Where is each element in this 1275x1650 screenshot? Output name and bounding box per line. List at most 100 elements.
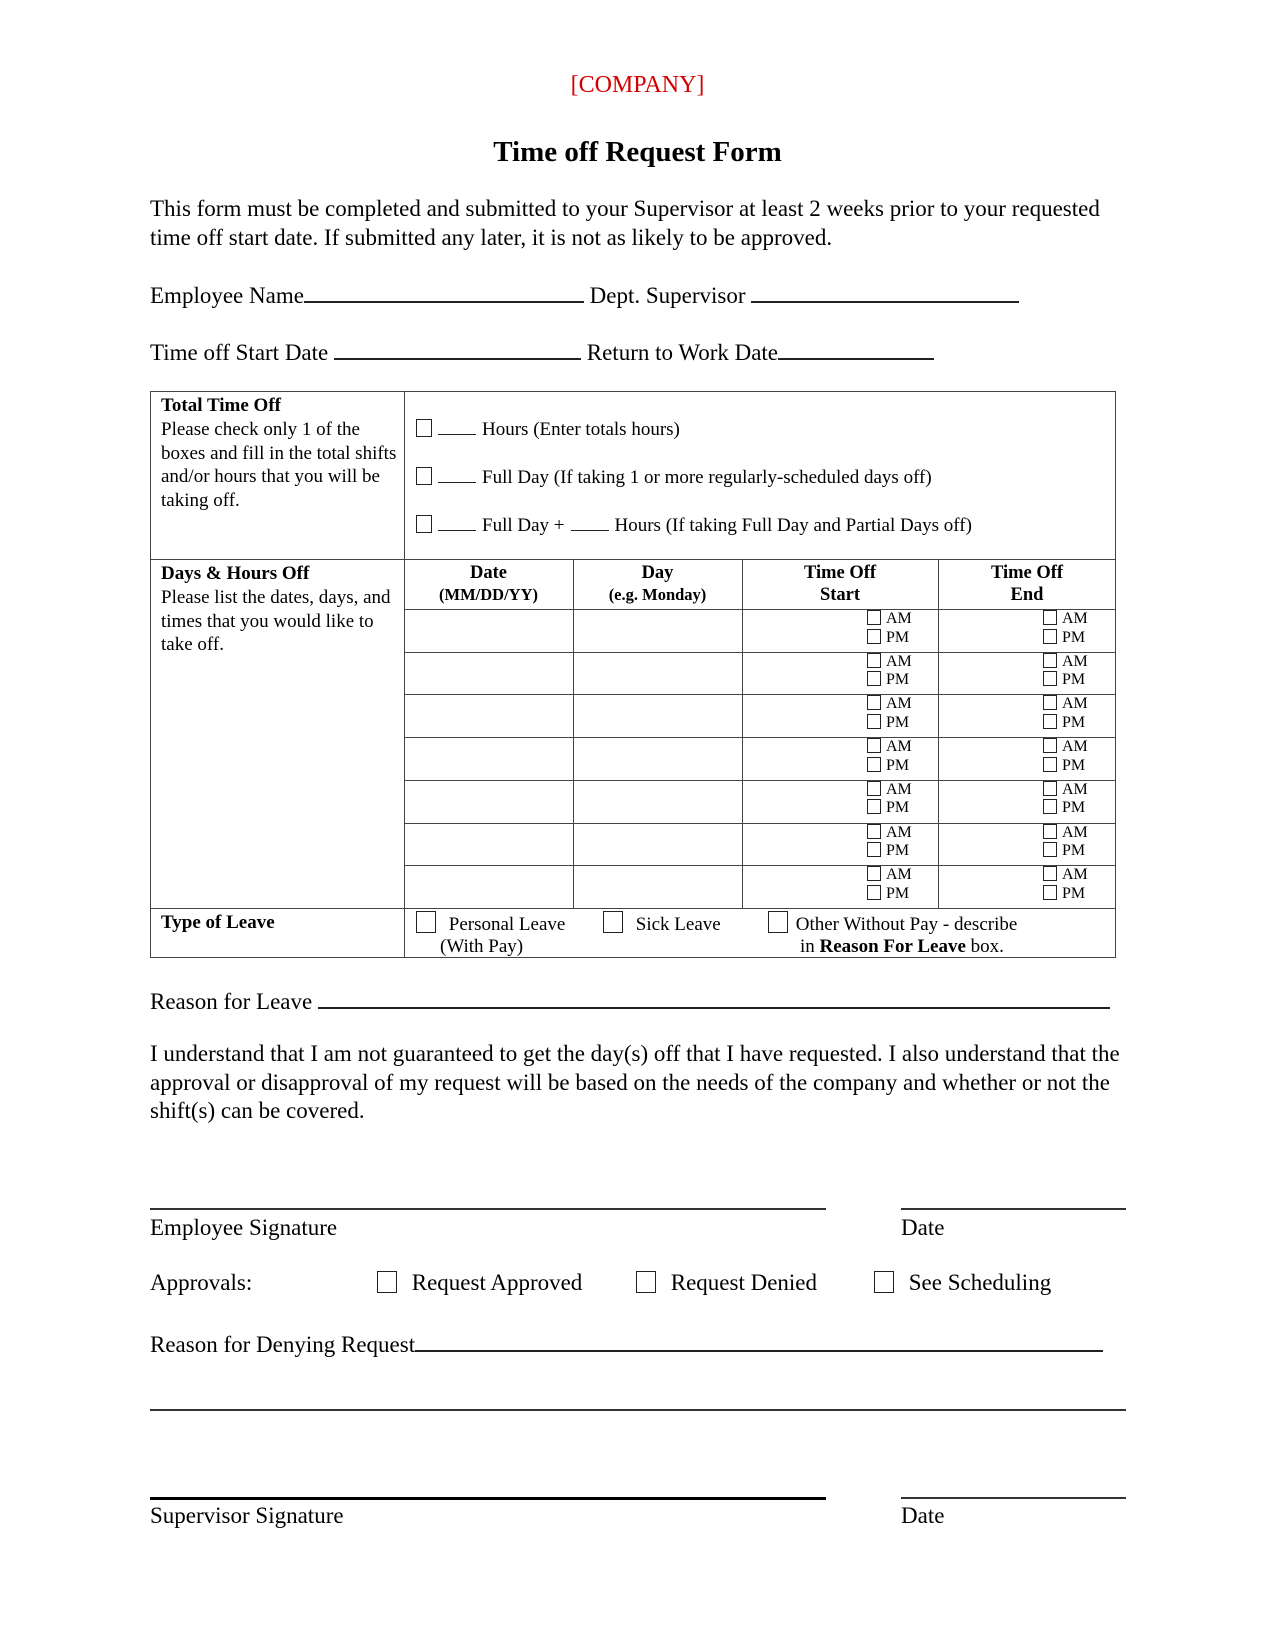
start-am-checkbox[interactable]: [867, 823, 881, 839]
full-day-checkbox[interactable]: [416, 467, 432, 485]
time-off-start-ampm: AM PM: [867, 780, 912, 818]
reason-for-denying-field[interactable]: [415, 1328, 1104, 1352]
form-title: Time off Request Form: [493, 136, 782, 168]
time-off-end-ampm: AM PM: [1043, 695, 1088, 732]
supervisor-date-label: Date: [901, 1503, 945, 1528]
supervisor-date-field[interactable]: [901, 1497, 1126, 1499]
see-scheduling-label: See Scheduling: [908, 1270, 1052, 1295]
personal-leave-checkbox[interactable]: [416, 911, 436, 933]
end-am-checkbox[interactable]: [1043, 866, 1057, 882]
personal-leave-sublabel: (With Pay): [440, 936, 524, 957]
start-pm-checkbox[interactable]: [867, 842, 881, 857]
column-header-day: Day (e.g. Monday): [608, 563, 707, 604]
end-pm-label: PM: [1062, 842, 1086, 859]
request-approved-checkbox[interactable]: [377, 1271, 397, 1293]
column-header-end: Time Off End: [990, 563, 1064, 605]
end-am-checkbox[interactable]: [1043, 823, 1057, 839]
reason-for-denying-label: Reason for Denying Request: [150, 1332, 416, 1357]
start-am-checkbox[interactable]: [867, 652, 881, 668]
end-pm-checkbox[interactable]: [1043, 671, 1057, 687]
end-am-checkbox[interactable]: [1043, 695, 1057, 711]
start-am-checkbox[interactable]: [867, 738, 881, 754]
start-pm-label: PM: [886, 756, 910, 774]
hours-label: Hours (Enter totals hours): [482, 419, 680, 440]
end-pm-option: PM: [1043, 628, 1088, 648]
sick-leave-checkbox[interactable]: [603, 911, 623, 933]
time-off-start-ampm: AM PM: [867, 695, 912, 732]
supervisor-signature-field[interactable]: [150, 1497, 826, 1500]
full-day-plus-checkbox[interactable]: [416, 515, 432, 533]
option-hours: Hours (Enter totals hours): [416, 418, 680, 441]
end-pm-checkbox[interactable]: [1043, 884, 1057, 900]
table-row-divider: [404, 822, 1116, 824]
return-date-label: Return to Work Date: [586, 340, 779, 365]
end-am-option: AM: [1043, 695, 1088, 714]
table-row-divider: [404, 865, 1116, 867]
end-am-checkbox[interactable]: [1043, 652, 1057, 668]
company-name: [COMPANY]: [570, 72, 705, 98]
request-denied-option: Request Denied: [636, 1270, 817, 1296]
end-pm-checkbox[interactable]: [1043, 713, 1057, 729]
hours-blank[interactable]: [438, 418, 476, 435]
full-day-label: Full Day (If taking 1 or more regularly-…: [482, 467, 932, 488]
partial-hours-label: Hours (If taking Full Day and Partial Da…: [614, 515, 972, 536]
employee-name-label: Employee Name: [150, 283, 304, 308]
end-am-checkbox[interactable]: [1043, 780, 1057, 796]
employee-date-field[interactable]: [901, 1208, 1126, 1210]
end-pm-option: PM: [1043, 842, 1088, 861]
other-leave-label: Other Without Pay - describe: [795, 914, 1018, 935]
start-pm-checkbox[interactable]: [867, 884, 881, 900]
start-pm-checkbox[interactable]: [867, 799, 881, 815]
reason-for-leave-row: Reason for Leave: [150, 985, 1110, 1015]
start-pm-checkbox[interactable]: [867, 756, 881, 772]
end-am-checkbox[interactable]: [1043, 610, 1057, 625]
other-leave-sublabel: in Reason For Leave box.: [800, 936, 1004, 957]
full-day-plus-blank[interactable]: [438, 514, 476, 531]
employee-date-label: Date: [901, 1215, 945, 1240]
full-day-blank[interactable]: [438, 466, 476, 483]
time-off-start-ampm: AM PM: [867, 610, 912, 647]
end-pm-checkbox[interactable]: [1043, 756, 1057, 772]
start-am-option: AM: [867, 738, 912, 757]
end-pm-label: PM: [1062, 713, 1086, 731]
table-divider: [573, 559, 574, 908]
start-pm-checkbox[interactable]: [867, 628, 881, 644]
end-pm-checkbox[interactable]: [1043, 799, 1057, 815]
start-pm-label: PM: [886, 713, 910, 731]
start-pm-option: PM: [867, 884, 912, 904]
employee-signature-field[interactable]: [150, 1208, 826, 1210]
request-denied-checkbox[interactable]: [636, 1271, 656, 1293]
start-am-checkbox[interactable]: [867, 695, 881, 711]
hours-checkbox[interactable]: [416, 419, 432, 437]
start-am-checkbox[interactable]: [867, 866, 881, 882]
reason-for-denying-extra-line[interactable]: [150, 1409, 1126, 1411]
reason-for-leave-label: Reason for Leave: [150, 989, 313, 1014]
start-date-field[interactable]: [334, 336, 581, 360]
return-date-field[interactable]: [778, 336, 935, 360]
employee-name-field[interactable]: [303, 279, 584, 303]
table-divider: [742, 559, 743, 908]
start-pm-option: PM: [867, 628, 912, 648]
start-am-label: AM: [886, 652, 912, 670]
column-header-date: Date (MM/DD/YY): [439, 563, 538, 604]
see-scheduling-checkbox[interactable]: [874, 1271, 894, 1293]
end-pm-checkbox[interactable]: [1043, 628, 1057, 644]
start-pm-checkbox[interactable]: [867, 713, 881, 729]
end-pm-checkbox[interactable]: [1043, 842, 1057, 857]
full-day-plus-label: Full Day +: [482, 515, 565, 536]
other-leave-checkbox[interactable]: [768, 911, 788, 933]
end-am-checkbox[interactable]: [1043, 738, 1057, 754]
table-divider: [150, 908, 1116, 909]
dept-supervisor-field[interactable]: [751, 279, 1020, 303]
start-pm-checkbox[interactable]: [867, 671, 881, 687]
personal-leave-label: Personal Leave: [448, 914, 566, 935]
reason-for-leave-field[interactable]: [317, 985, 1110, 1009]
end-pm-label: PM: [1062, 884, 1086, 902]
table-divider: [404, 609, 1116, 610]
sick-leave-option: Sick Leave: [603, 911, 721, 937]
end-am-label: AM: [1062, 652, 1088, 670]
days-hours-instructions: Please list the dates, days, and times t…: [161, 587, 391, 655]
start-am-checkbox[interactable]: [867, 610, 881, 625]
start-am-checkbox[interactable]: [867, 780, 881, 796]
partial-hours-blank[interactable]: [570, 514, 609, 531]
